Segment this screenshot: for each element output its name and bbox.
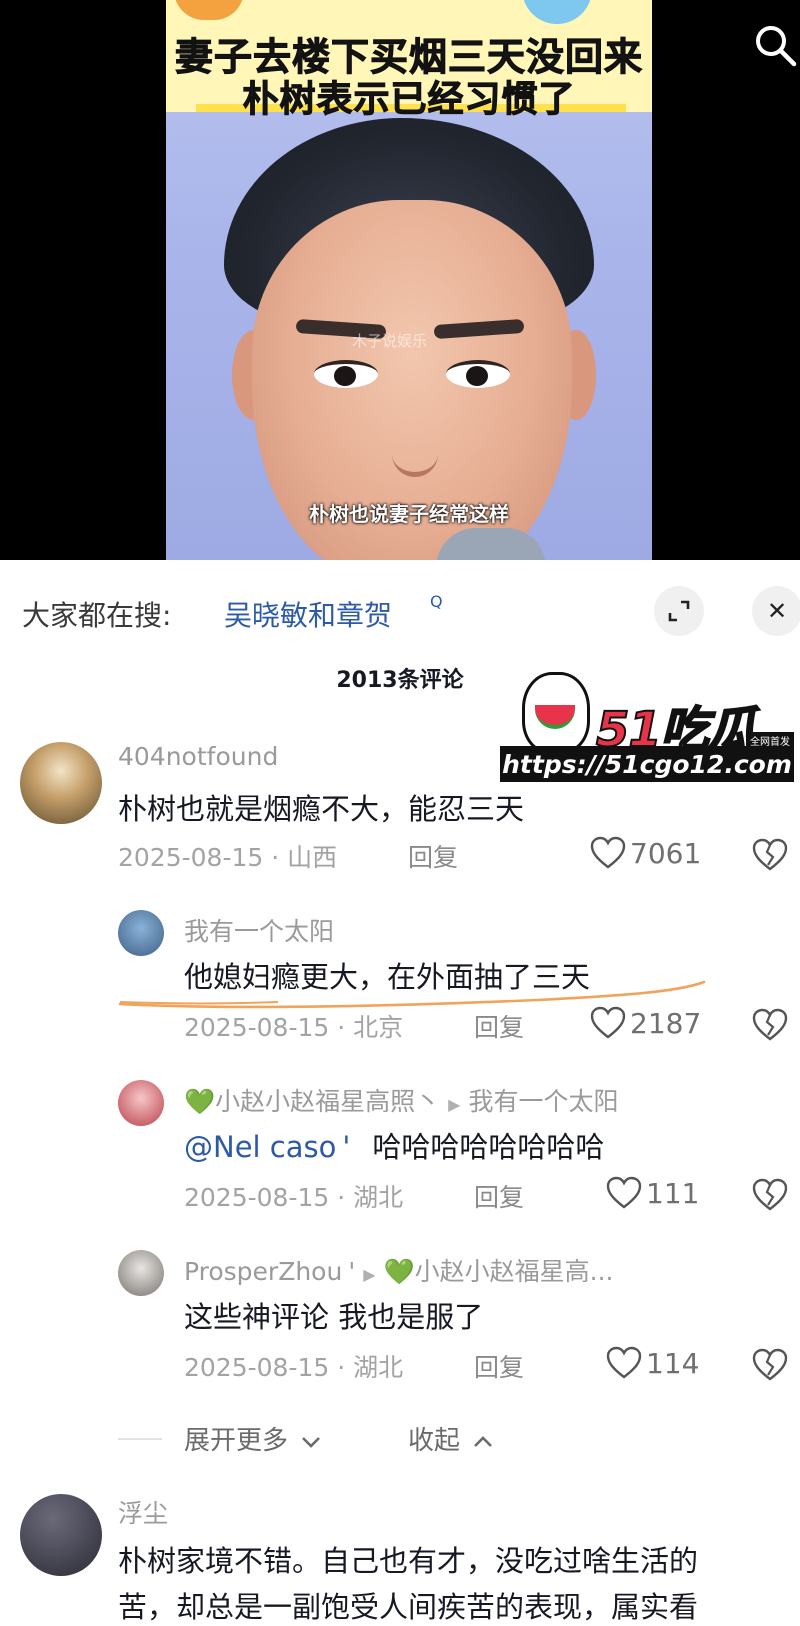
reply-button[interactable]: 回复 (474, 1008, 524, 1044)
like-count: 7061 (630, 836, 702, 870)
heart-icon (606, 1176, 642, 1209)
comment-text-line: 苦，却总是一副饱受人间疾苦的表现，属实看 (118, 1590, 699, 1624)
search-small-icon: Q (430, 592, 443, 611)
reply-to-username[interactable]: 小赵小赵福星高... (415, 1257, 614, 1286)
close-button[interactable]: ✕ (752, 586, 800, 636)
video-subtitle: 朴树也说妻子经常这样 (309, 502, 509, 526)
divider (118, 1438, 162, 1440)
close-icon: ✕ (766, 597, 788, 625)
expand-icon (668, 600, 690, 622)
chevron-down-icon (302, 1437, 321, 1448)
like-count: 114 (646, 1346, 700, 1380)
expand-more-button[interactable]: 展开更多 (184, 1420, 322, 1457)
comment-text: 这些神评论 我也是服了 (184, 1300, 484, 1334)
comment-text: 朴树也就是烟瘾不大，能忍三天 (118, 792, 525, 826)
comment-username-row: 💚小赵小赵福星高照丶 ▶ 我有一个太阳 (184, 1082, 618, 1118)
comment-username[interactable]: 404notfound (118, 742, 278, 771)
comment-username[interactable]: 我有一个太阳 (184, 912, 334, 948)
like-button[interactable]: 7061 (590, 836, 701, 870)
like-count: 111 (646, 1176, 700, 1210)
heart-icon (606, 1346, 642, 1379)
sticker-decoration (522, 0, 592, 24)
person-eye (446, 360, 510, 388)
reply-expand-row: 展开更多 收起 (118, 1418, 618, 1458)
broken-heart-icon (752, 838, 788, 871)
video-player[interactable]: 妻子去楼下买烟三天没回来 朴树表示已经习惯了 木子说娱乐 朴树也说妻子经常这样 (0, 0, 800, 560)
username-suffix: ' (348, 1257, 356, 1286)
comment-username[interactable]: 浮尘 (118, 1494, 168, 1530)
reply-button[interactable]: 回复 (474, 1348, 524, 1384)
mention-link[interactable]: @Nel caso (184, 1130, 336, 1164)
broken-heart-icon (752, 1348, 788, 1381)
comment-text-row: @Nel caso ' 哈哈哈哈哈哈哈哈 (184, 1124, 604, 1166)
reply-arrow-icon: ▶ (363, 1265, 376, 1284)
sticker-decoration (174, 0, 244, 20)
broken-heart-icon (752, 1008, 788, 1041)
avatar[interactable] (20, 1494, 102, 1576)
chevron-up-icon (474, 1436, 493, 1447)
collapse-button[interactable]: 收起 (408, 1420, 494, 1457)
avatar[interactable] (20, 742, 102, 824)
search-suggestion-link[interactable]: 吴晓敏和章贺 (224, 594, 392, 634)
site-watermark-logo: 51吃瓜 全网首发 https://51cgo12.com (500, 672, 800, 784)
reply-button[interactable]: 回复 (474, 1178, 524, 1214)
watermelon-icon (535, 705, 575, 729)
video-watermark: 木子说娱乐 (352, 332, 428, 350)
mascot-icon (522, 672, 590, 754)
reply-arrow-icon: ▶ (448, 1095, 461, 1114)
heart-icon (590, 836, 626, 869)
dislike-button[interactable] (752, 838, 788, 876)
green-heart-icon: 💚 (383, 1257, 415, 1286)
expand-more-label: 展开更多 (184, 1426, 289, 1456)
comment-text: 哈哈哈哈哈哈哈哈 (372, 1130, 605, 1164)
comment-username[interactable]: ProsperZhou (184, 1257, 342, 1286)
comment-text-line: 朴树家境不错。自己也有才，没吃过啥生活的 (118, 1544, 699, 1578)
reply-button[interactable]: 回复 (408, 838, 458, 874)
avatar[interactable] (118, 1250, 164, 1296)
comment-meta: 2025-08-15 · 北京 (184, 1013, 404, 1042)
person-eye (314, 360, 378, 388)
expand-button[interactable] (654, 586, 704, 636)
reply-to-username[interactable]: 我有一个太阳 (468, 1087, 618, 1116)
like-button[interactable]: 114 (606, 1346, 699, 1380)
comment-meta: 2025-08-15 · 山西 (118, 843, 338, 872)
site-url: https://51cgo12.com (500, 746, 794, 782)
like-count: 2187 (630, 1006, 702, 1040)
video-title-line-2: 朴树表示已经习惯了 (242, 79, 576, 121)
video-frame: 妻子去楼下买烟三天没回来 朴树表示已经习惯了 木子说娱乐 朴树也说妻子经常这样 (166, 0, 652, 560)
dislike-button[interactable] (752, 1348, 788, 1386)
avatar[interactable] (118, 910, 164, 956)
like-button[interactable]: 111 (606, 1176, 699, 1210)
search-suggestion-bar: 大家都在搜: 吴晓敏和章贺 Q ✕ (0, 584, 800, 640)
mention-suffix: ' (342, 1130, 351, 1164)
comment-meta: 2025-08-15 · 湖北 (184, 1183, 404, 1212)
heart-icon (590, 1006, 626, 1039)
avatar[interactable] (118, 1080, 164, 1126)
dislike-button[interactable] (752, 1178, 788, 1216)
search-icon[interactable] (752, 22, 798, 68)
dislike-button[interactable] (752, 1008, 788, 1046)
video-title-banner: 妻子去楼下买烟三天没回来 朴树表示已经习惯了 (166, 0, 652, 121)
broken-heart-icon (752, 1178, 788, 1211)
collapse-label: 收起 (408, 1426, 461, 1456)
like-button[interactable]: 2187 (590, 1006, 701, 1040)
person-nose (392, 400, 438, 477)
search-suggestion-prefix: 大家都在搜: (22, 599, 172, 632)
comment-username[interactable]: 小赵小赵福星高照丶 (215, 1087, 440, 1116)
green-heart-icon: 💚 (184, 1087, 216, 1116)
comment-username-row: ProsperZhou ' ▶ 💚小赵小赵福星高... (184, 1252, 614, 1288)
comment-meta: 2025-08-15 · 湖北 (184, 1353, 404, 1382)
